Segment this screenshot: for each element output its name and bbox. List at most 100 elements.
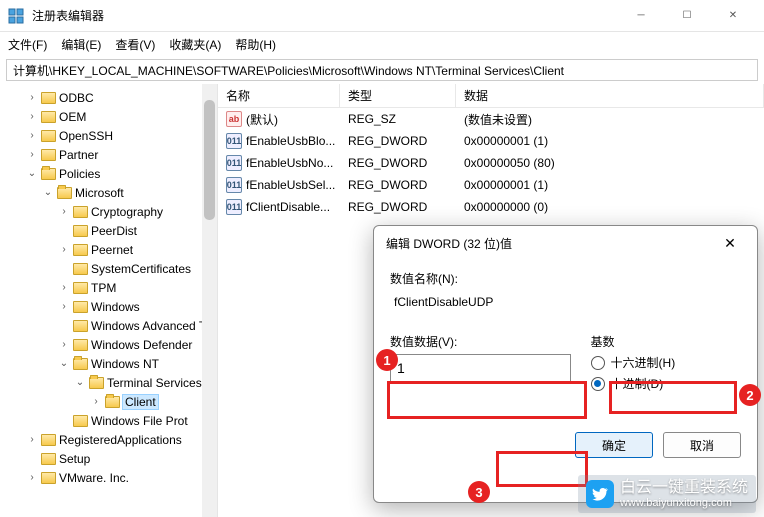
list-row[interactable]: ab(默认)REG_SZ(数值未设置) xyxy=(218,108,764,130)
menu-edit[interactable]: 编辑(E) xyxy=(61,36,101,53)
chevron-down-icon[interactable]: ⌄ xyxy=(74,377,86,388)
tree-item-label: SystemCertificates xyxy=(91,262,191,276)
folder-icon xyxy=(41,92,56,104)
menu-view[interactable]: 查看(V) xyxy=(115,36,155,53)
folder-icon xyxy=(73,263,88,275)
annotation-badge-3: 3 xyxy=(468,481,490,503)
chevron-right-icon[interactable]: › xyxy=(58,282,70,293)
window-controls: ─ ☐ ✕ xyxy=(618,0,756,32)
tree-item[interactable]: SystemCertificates xyxy=(2,259,215,278)
close-button[interactable]: ✕ xyxy=(710,0,756,32)
chevron-right-icon[interactable]: › xyxy=(26,434,38,445)
regedit-icon xyxy=(8,8,24,24)
value-name: fEnableUsbSel... xyxy=(246,178,335,192)
chevron-right-icon[interactable]: › xyxy=(26,472,38,483)
folder-icon xyxy=(41,130,56,142)
chevron-right-icon[interactable]: › xyxy=(90,396,102,407)
list-row[interactable]: 011fEnableUsbSel...REG_DWORD0x00000001 (… xyxy=(218,174,764,196)
scrollbar-thumb[interactable] xyxy=(204,100,215,220)
dialog-titlebar[interactable]: 编辑 DWORD (32 位)值 ✕ xyxy=(374,226,757,260)
value-type: REG_DWORD xyxy=(340,156,456,170)
chevron-right-icon[interactable]: › xyxy=(58,339,70,350)
tree-item[interactable]: ›Partner xyxy=(2,145,215,164)
chevron-down-icon[interactable]: ⌄ xyxy=(42,187,54,198)
value-data-input[interactable] xyxy=(390,354,571,382)
window-title: 注册表编辑器 xyxy=(32,7,618,24)
list-row[interactable]: 011fClientDisable...REG_DWORD0x00000000 … xyxy=(218,196,764,218)
dialog-body: 数值名称(N): fClientDisableUDP 数值数据(V): 基数 十… xyxy=(374,260,757,466)
watermark: 白云一键重装系统 www.baiyunxitong.com xyxy=(578,475,756,513)
list-row[interactable]: 011fEnableUsbNo...REG_DWORD0x00000050 (8… xyxy=(218,152,764,174)
folder-icon xyxy=(73,415,88,427)
tree-item[interactable]: ⌄Terminal Services xyxy=(2,373,215,392)
tree-item-label: VMware. Inc. xyxy=(59,471,129,485)
folder-icon xyxy=(41,434,56,446)
chevron-right-icon[interactable]: › xyxy=(58,206,70,217)
tree-item[interactable]: › Peernet xyxy=(2,240,215,259)
menu-favorites[interactable]: 收藏夹(A) xyxy=(169,36,221,53)
minimize-button[interactable]: ─ xyxy=(618,0,664,32)
tree-item[interactable]: › ODBC xyxy=(2,88,215,107)
tree-item[interactable]: ›OpenSSH xyxy=(2,126,215,145)
tree-item[interactable]: Windows File Prot xyxy=(2,411,215,430)
chevron-right-icon[interactable]: › xyxy=(26,92,38,103)
list-row[interactable]: 011fEnableUsbBlo...REG_DWORD0x00000001 (… xyxy=(218,130,764,152)
watermark-icon xyxy=(586,480,614,508)
chevron-right-icon[interactable]: › xyxy=(26,149,38,160)
binary-value-icon: 011 xyxy=(226,155,242,171)
tree-item-label: Peernet xyxy=(91,243,133,257)
tree-item-label: Windows Advanced T xyxy=(91,319,206,333)
dialog-close-button[interactable]: ✕ xyxy=(715,228,745,258)
tree-item-label: Cryptography xyxy=(91,205,163,219)
chevron-down-icon[interactable]: ⌄ xyxy=(58,358,70,369)
header-data[interactable]: 数据 xyxy=(456,84,764,107)
header-name[interactable]: 名称 xyxy=(218,84,340,107)
tree-item-label: Microsoft xyxy=(75,186,124,200)
tree-item[interactable]: ›TPM xyxy=(2,278,215,297)
folder-icon xyxy=(73,225,88,237)
folder-icon xyxy=(41,149,56,161)
cancel-button[interactable]: 取消 xyxy=(663,432,741,458)
tree-item-label: Windows Defender xyxy=(91,338,192,352)
radio-dec[interactable] xyxy=(591,377,605,391)
folder-icon xyxy=(89,377,104,389)
menu-file[interactable]: 文件(F) xyxy=(8,36,47,53)
chevron-right-icon[interactable]: › xyxy=(58,244,70,255)
window-titlebar: 注册表编辑器 ─ ☐ ✕ xyxy=(0,0,764,32)
tree-item[interactable]: ›RegisteredApplications xyxy=(2,430,215,449)
tree-scrollbar[interactable] xyxy=(202,84,217,517)
maximize-button[interactable]: ☐ xyxy=(664,0,710,32)
tree-panel: › ODBC › OEM ›OpenSSH›Partner ⌄ Policies ⌄ Micro… xyxy=(0,84,218,517)
address-bar[interactable]: 计算机\HKEY_LOCAL_MACHINE\SOFTWARE\Policies… xyxy=(6,59,758,81)
list-header: 名称 类型 数据 xyxy=(218,84,764,108)
radio-hex[interactable] xyxy=(591,356,605,370)
ok-button[interactable]: 确定 xyxy=(575,432,653,458)
tree-item-label: ODBC xyxy=(59,91,94,105)
edit-dword-dialog: 编辑 DWORD (32 位)值 ✕ 数值名称(N): fClientDisab… xyxy=(373,225,758,503)
tree-item[interactable]: Windows Advanced T xyxy=(2,316,215,335)
value-name-field: fClientDisableUDP xyxy=(390,291,741,313)
chevron-right-icon[interactable]: › xyxy=(26,130,38,141)
tree-item-label: Windows NT xyxy=(91,357,159,371)
tree-item-label: OEM xyxy=(59,110,86,124)
header-type[interactable]: 类型 xyxy=(340,84,456,107)
chevron-down-icon[interactable]: ⌄ xyxy=(26,168,38,179)
tree-item[interactable]: ⌄ Windows NT xyxy=(2,354,215,373)
tree-item[interactable]: › Client xyxy=(2,392,215,411)
tree-item[interactable]: ⌄ Microsoft xyxy=(2,183,215,202)
tree-item-label: Policies xyxy=(59,167,100,181)
radio-dec-row[interactable]: 十进制(D) xyxy=(591,375,741,392)
tree-item[interactable]: › VMware. Inc. xyxy=(2,468,215,487)
tree-item[interactable]: › OEM xyxy=(2,107,215,126)
tree-item[interactable]: ⌄ Policies xyxy=(2,164,215,183)
tree-item[interactable]: › Windows Defender xyxy=(2,335,215,354)
tree-item[interactable]: Setup xyxy=(2,449,215,468)
tree-item[interactable]: ›Windows xyxy=(2,297,215,316)
tree-item[interactable]: PeerDist xyxy=(2,221,215,240)
tree-item[interactable]: › Cryptography xyxy=(2,202,215,221)
radio-hex-row[interactable]: 十六进制(H) xyxy=(591,354,741,371)
tree-item-label: Client xyxy=(123,395,158,409)
menu-help[interactable]: 帮助(H) xyxy=(235,36,276,53)
chevron-right-icon[interactable]: › xyxy=(58,301,70,312)
chevron-right-icon[interactable]: › xyxy=(26,111,38,122)
